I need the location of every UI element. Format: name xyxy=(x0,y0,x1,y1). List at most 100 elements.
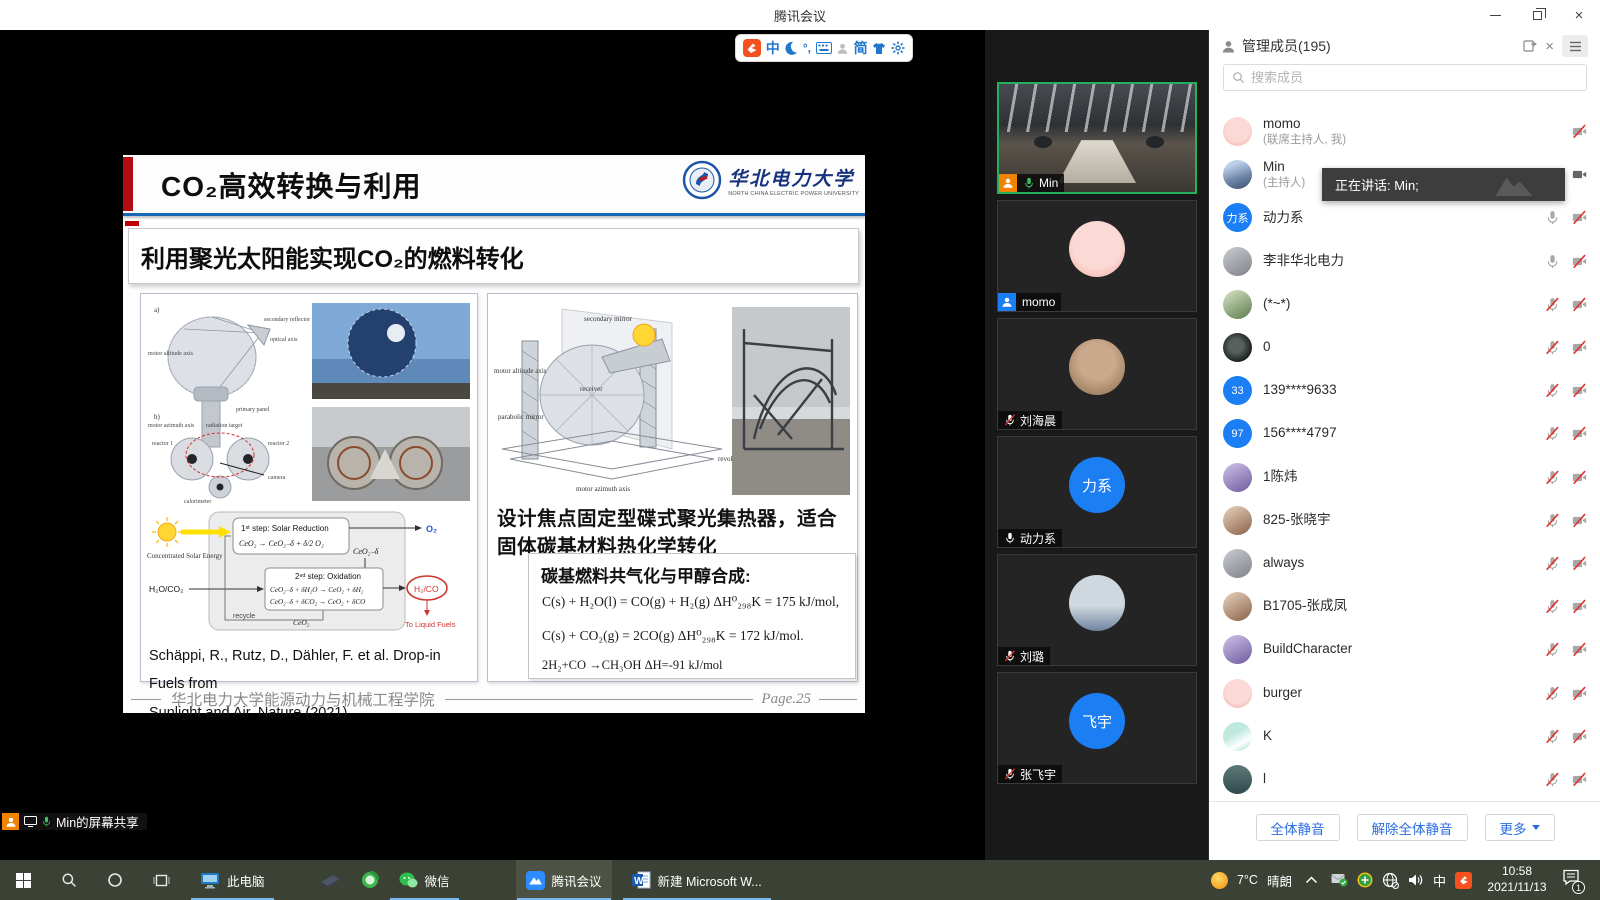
taskbar-app-wechat[interactable]: 微信 xyxy=(389,860,460,900)
video-tile-zhangfeiyu[interactable]: 飞宇 张飞宇 xyxy=(997,672,1197,784)
mic-muted-icon[interactable] xyxy=(1545,556,1560,571)
task-view-button[interactable] xyxy=(138,860,184,900)
punctuation-toggle[interactable]: °, xyxy=(803,42,811,54)
mail-check-icon[interactable] xyxy=(1331,873,1348,887)
member-row[interactable]: 0 xyxy=(1209,326,1600,369)
camera-off-icon[interactable] xyxy=(1572,124,1587,139)
mic-muted-icon[interactable] xyxy=(1545,513,1560,528)
member-row[interactable]: 力系 动力系 xyxy=(1209,196,1600,239)
more-button[interactable]: 更多 xyxy=(1485,814,1555,841)
taskbar-app-meeting[interactable]: 腾讯会议 xyxy=(516,860,612,900)
mic-muted-icon[interactable] xyxy=(1545,642,1560,657)
cortana-button[interactable] xyxy=(92,860,138,900)
ime-mode-toggle[interactable]: 中 xyxy=(766,41,780,55)
taskbar-app-green[interactable] xyxy=(351,860,389,900)
keyboard-icon[interactable] xyxy=(816,42,832,54)
mic-muted-icon[interactable] xyxy=(1545,297,1560,312)
green-plus-icon[interactable] xyxy=(1357,872,1373,888)
ime-toolbar[interactable]: 中 °, 简 xyxy=(735,34,913,62)
tile-name: 刘璐 xyxy=(1020,648,1044,665)
slide-footer: 华北电力大学能源动力与机械工程学院 Page.25 xyxy=(123,688,865,710)
mic-muted-icon[interactable] xyxy=(1545,470,1560,485)
video-tile-min[interactable]: Min xyxy=(997,82,1197,194)
member-row[interactable]: l xyxy=(1209,758,1600,800)
video-tile-donglixi[interactable]: 力系 动力系 xyxy=(997,436,1197,548)
camera-off-icon[interactable] xyxy=(1572,513,1587,528)
moon-icon[interactable] xyxy=(784,41,798,55)
taskbar-search-button[interactable] xyxy=(46,860,92,900)
taskbar-app-this-pc[interactable]: 此电脑 xyxy=(190,860,275,900)
camera-off-icon[interactable] xyxy=(1572,383,1587,398)
member-row[interactable]: (*~*) xyxy=(1209,283,1600,326)
member-row[interactable]: always xyxy=(1209,542,1600,585)
ime-charset-toggle[interactable]: 简 xyxy=(854,41,868,55)
equation-2: C(s) + CO₂(g) = 2CO(g) ΔH⁰₂₉₈K = 172 kJ/… xyxy=(542,628,804,644)
ime-indicator[interactable]: 中 xyxy=(1433,871,1446,890)
mic-muted-icon[interactable] xyxy=(1545,599,1560,614)
mic-muted-icon[interactable] xyxy=(1545,426,1560,441)
member-row[interactable]: K xyxy=(1209,715,1600,758)
citation: Schäppi, R., Rutz, D., Dähler, F. et al.… xyxy=(149,642,477,727)
search-input[interactable] xyxy=(1251,70,1578,85)
taskbar-app-word[interactable]: W 新建 Microsoft W... xyxy=(622,860,772,900)
weather-sun-icon[interactable] xyxy=(1211,872,1228,889)
member-row[interactable]: BuildCharacter xyxy=(1209,628,1600,671)
video-tile-liuhaichen[interactable]: 刘海晨 xyxy=(997,318,1197,430)
mic-muted-icon[interactable] xyxy=(1545,340,1560,355)
member-row[interactable]: momo (联席主持人, 我) xyxy=(1209,110,1600,153)
mic-muted-icon[interactable] xyxy=(1545,383,1560,398)
ime-account-icon[interactable] xyxy=(836,42,849,55)
mute-all-button[interactable]: 全体静音 xyxy=(1256,814,1340,841)
member-row[interactable]: B1705-张成凤 xyxy=(1209,585,1600,628)
video-tile-momo[interactable]: momo xyxy=(997,200,1197,312)
member-row[interactable]: 33 139****9633 xyxy=(1209,369,1600,412)
mic-muted-icon[interactable] xyxy=(1545,686,1560,701)
tray-expand-chevron-icon[interactable] xyxy=(1305,876,1318,884)
skin-icon[interactable] xyxy=(872,42,886,55)
camera-off-icon[interactable] xyxy=(1572,686,1587,701)
camera-off-icon[interactable] xyxy=(1572,729,1587,744)
taskbar-clock[interactable]: 10:58 2021/11/13 xyxy=(1481,864,1553,895)
action-center-button[interactable]: 1 xyxy=(1562,869,1580,891)
ime-settings-gear-icon[interactable] xyxy=(891,41,905,55)
sogou-tray-icon[interactable] xyxy=(1455,872,1472,889)
camera-off-icon[interactable] xyxy=(1572,642,1587,657)
network-globe-icon[interactable] xyxy=(1382,872,1399,889)
weather-temp[interactable]: 7°C xyxy=(1237,873,1258,887)
start-button[interactable] xyxy=(0,860,46,900)
sogou-logo-icon[interactable] xyxy=(743,39,761,57)
pop-out-icon[interactable] xyxy=(1523,39,1537,53)
camera-off-icon[interactable] xyxy=(1572,556,1587,571)
mic-muted-icon[interactable] xyxy=(1545,729,1560,744)
camera-off-icon[interactable] xyxy=(1572,772,1587,787)
restore-button[interactable] xyxy=(1516,0,1558,30)
panel-menu-button[interactable] xyxy=(1562,35,1588,57)
taskbar-app-scanner[interactable] xyxy=(309,860,351,900)
camera-off-icon[interactable] xyxy=(1572,340,1587,355)
camera-off-icon[interactable] xyxy=(1572,470,1587,485)
video-tile-liulu[interactable]: 刘璐 xyxy=(997,554,1197,666)
member-row[interactable]: 97 156****4797 xyxy=(1209,412,1600,455)
member-row[interactable]: 825-张晓宇 xyxy=(1209,499,1600,542)
mic-on-icon[interactable] xyxy=(1545,210,1560,225)
mic-on-icon[interactable] xyxy=(1545,254,1560,269)
camera-off-icon[interactable] xyxy=(1572,254,1587,269)
member-row[interactable]: 李非华北电力 xyxy=(1209,240,1600,283)
member-row[interactable]: 1陈炜 xyxy=(1209,456,1600,499)
mic-muted-icon[interactable] xyxy=(1545,772,1560,787)
minimize-button[interactable] xyxy=(1474,0,1516,30)
avatar: 飞宇 xyxy=(1069,693,1125,749)
camera-off-icon[interactable] xyxy=(1572,426,1587,441)
volume-icon[interactable] xyxy=(1408,873,1424,887)
camera-off-icon[interactable] xyxy=(1572,210,1587,225)
close-button[interactable]: × xyxy=(1558,0,1600,30)
camera-off-icon[interactable] xyxy=(1572,599,1587,614)
member-row[interactable]: burger xyxy=(1209,671,1600,714)
camera-off-icon[interactable] xyxy=(1572,297,1587,312)
screen-share-indicator[interactable]: Min的屏幕共享 xyxy=(2,813,147,830)
member-search-box[interactable] xyxy=(1223,64,1587,91)
camera-on-icon[interactable] xyxy=(1572,167,1587,182)
weather-condition[interactable]: 晴朗 xyxy=(1267,871,1292,890)
panel-close-icon[interactable]: × xyxy=(1545,38,1554,55)
unmute-all-button[interactable]: 解除全体静音 xyxy=(1357,814,1468,841)
